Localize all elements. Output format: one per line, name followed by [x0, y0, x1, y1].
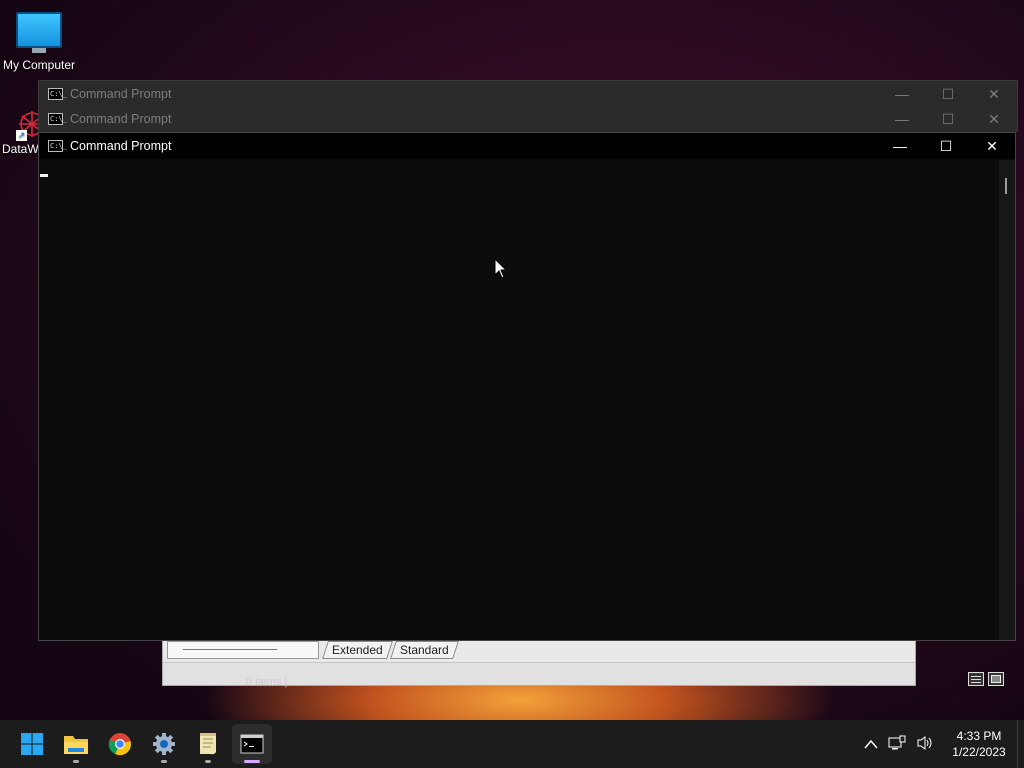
window-title: Command Prompt: [70, 112, 172, 126]
window-title: Command Prompt: [70, 139, 172, 153]
taskbar-command-prompt[interactable]: [232, 724, 272, 764]
chrome-icon: [108, 733, 131, 756]
desktop-icon-datawrangler[interactable]: ↗ DataW: [2, 108, 45, 156]
running-indicator: [161, 760, 167, 763]
maximize-button[interactable]: ☐: [925, 106, 971, 132]
gear-icon: [153, 733, 175, 755]
details-view-icon[interactable]: [968, 672, 984, 686]
title-bar[interactable]: C:\_ Command Prompt — ☐ ✕: [39, 133, 1015, 159]
network-icon[interactable]: [888, 735, 906, 754]
taskbar-settings[interactable]: [144, 724, 184, 764]
mouse-pointer-icon: [494, 258, 508, 279]
view-buttons: [968, 672, 1004, 686]
notepad-icon: [200, 733, 216, 755]
command-prompt-window-active[interactable]: C:\_ Command Prompt — ☐ ✕: [38, 132, 1016, 641]
chevron-up-icon[interactable]: [864, 736, 878, 752]
command-prompt-icon: C:\_: [48, 140, 67, 152]
taskbar-file-explorer[interactable]: [56, 724, 96, 764]
scrollbar-thumb[interactable]: [1005, 178, 1007, 194]
clock-date: 1/22/2023: [952, 745, 1006, 759]
close-button[interactable]: ✕: [969, 133, 1015, 159]
horizontal-scrollbar[interactable]: [167, 641, 319, 659]
tab-extended[interactable]: Extended: [322, 641, 393, 659]
title-bar[interactable]: C:\_ Command Prompt — ☐ ✕: [39, 106, 1017, 132]
status-item-count: 0 items |: [246, 676, 288, 688]
close-button[interactable]: ✕: [971, 81, 1017, 107]
running-indicator: [205, 760, 211, 763]
desktop-icon-my-computer[interactable]: My Computer: [0, 8, 78, 72]
computer-monitor-icon: [16, 12, 62, 53]
window-title: Command Prompt: [70, 87, 172, 101]
show-desktop-button[interactable]: [1017, 720, 1024, 768]
command-prompt-icon: C:\_: [48, 113, 67, 125]
taskbar-notepad[interactable]: [188, 724, 228, 764]
tab-standard[interactable]: Standard: [390, 641, 459, 659]
close-button[interactable]: ✕: [971, 106, 1017, 132]
shortcut-arrow-icon: ↗: [16, 130, 27, 141]
desktop-icon-label: My Computer: [2, 58, 76, 72]
vertical-scrollbar[interactable]: [999, 160, 1015, 640]
minimize-button[interactable]: —: [877, 133, 923, 159]
running-indicator: [73, 760, 79, 763]
active-indicator: [244, 760, 260, 763]
system-tray: 4:33 PM 1/22/2023: [859, 720, 1024, 768]
minimize-button[interactable]: —: [879, 106, 925, 132]
maximize-button[interactable]: ☐: [923, 133, 969, 159]
console-output-area[interactable]: [39, 160, 999, 640]
text-cursor: [40, 174, 48, 177]
clock[interactable]: 4:33 PM 1/22/2023: [943, 728, 1015, 760]
command-prompt-icon: C:\_: [48, 88, 67, 100]
minimize-button[interactable]: —: [879, 81, 925, 107]
windows-logo-icon: [21, 733, 43, 755]
desktop-icon-label: DataW: [2, 142, 39, 156]
clock-time: 4:33 PM: [956, 729, 1002, 743]
taskbar-chrome[interactable]: [100, 724, 140, 764]
start-button[interactable]: [12, 724, 52, 764]
command-prompt-window-inactive[interactable]: C:\_ Command Prompt — ☐ ✕: [38, 106, 1018, 132]
volume-icon[interactable]: [916, 735, 934, 754]
preview-view-icon[interactable]: [988, 672, 1004, 686]
terminal-icon: [240, 734, 264, 754]
title-bar[interactable]: C:\_ Command Prompt — ☐ ✕: [39, 81, 1017, 107]
maximize-button[interactable]: ☐: [925, 81, 971, 107]
folder-icon: [64, 736, 88, 754]
taskbar: 4:33 PM 1/22/2023: [0, 720, 1024, 768]
command-prompt-window-inactive[interactable]: C:\_ Command Prompt — ☐ ✕: [38, 80, 1018, 107]
